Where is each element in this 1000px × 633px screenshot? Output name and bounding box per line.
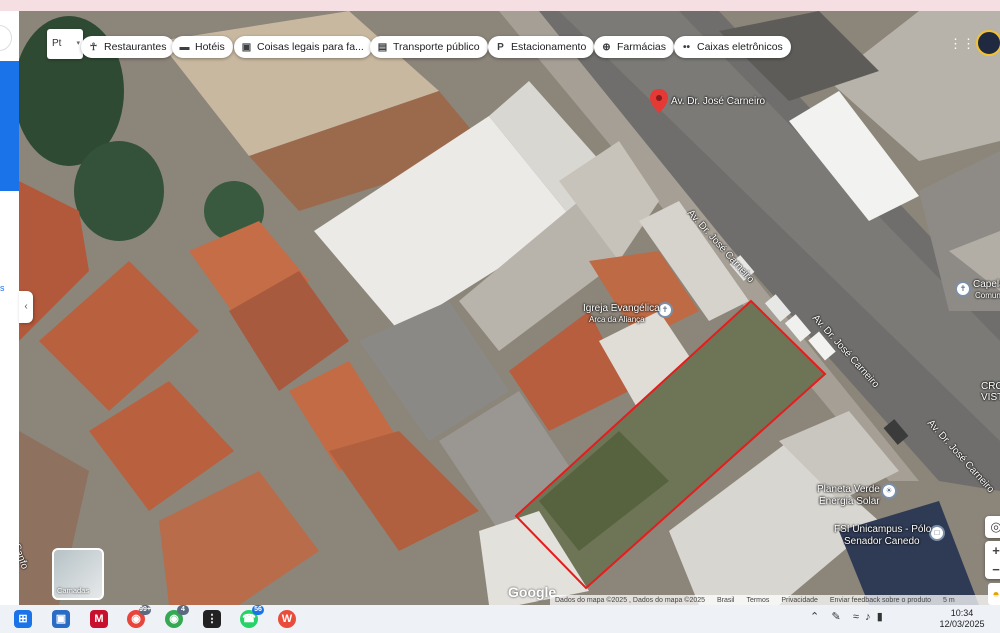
pen-icon[interactable]: ✎ <box>831 611 840 623</box>
account-avatar[interactable] <box>976 30 1000 56</box>
feedback-link[interactable]: Enviar feedback sobre o produto <box>830 597 931 604</box>
notification-badge: 4 <box>177 605 189 615</box>
poi-church-name[interactable]: Igreja Evangélica <box>583 303 660 314</box>
poi-solar-name[interactable]: Planeta Verde <box>817 484 880 495</box>
poi-right-label: CRO <box>981 381 1000 392</box>
chip-label: Restaurantes <box>104 41 167 53</box>
store-icon[interactable]: ▣ <box>52 610 70 628</box>
chevron-down-icon: ▾ <box>76 40 80 47</box>
windows-start-icon[interactable]: ⊞ <box>14 610 32 628</box>
country-label: Brasil <box>716 597 735 604</box>
layers-button[interactable]: Camadas <box>52 548 104 600</box>
poi-school-name[interactable]: FSI Unicampus - Pólo <box>834 524 931 535</box>
clock[interactable]: 10:34 12/03/2025 <box>930 608 994 630</box>
chapel-icon[interactable]: ✝ <box>955 281 971 297</box>
chip-label: Caixas eletrônicos <box>697 41 783 53</box>
notification-badge: 56 <box>252 605 264 615</box>
map-data-credit: Dados do mapa ©2025 , Dados do mapa ©202… <box>555 597 706 604</box>
chip-label: Hotéis <box>195 41 225 53</box>
chip-label: Coisas legais para fa... <box>257 41 364 53</box>
privacy-link[interactable]: Privacidade <box>781 597 818 604</box>
chip-label: Estacionamento <box>511 41 587 53</box>
poi-right-label: VISTO <box>981 392 1000 403</box>
chip-atm[interactable]: •• Caixas eletrônicos <box>674 36 791 58</box>
google-logo: Google <box>508 584 557 600</box>
chip-bed[interactable]: ▬ Hotéis <box>172 36 233 58</box>
mcafee-icon[interactable]: M <box>90 610 108 628</box>
chip-fork-knife[interactable]: ☥ Restaurantes <box>81 36 175 58</box>
side-panel: s <box>0 11 19 605</box>
chrome-icon[interactable]: ◉ 99+ <box>127 605 151 628</box>
pin-label[interactable]: Av. Dr. José Carneiro <box>671 96 765 107</box>
taskbar: ⊞ ▣ M ◉ 99+ ◉ 4 ⋮ ☎ 56 W ⌃ ✎ ≈ ♪ ▮ 10:34 12… <box>0 605 1000 633</box>
clock-time: 10:34 <box>950 608 974 618</box>
panel-button[interactable] <box>0 25 12 51</box>
chrome-profile-icon[interactable]: ◉ 4 <box>165 605 189 628</box>
notification-badge: 99+ <box>139 605 151 615</box>
top-strip <box>0 0 1000 11</box>
poi-school-sub: Senador Canedo <box>844 536 920 547</box>
chip-pharmacy[interactable]: ⊕ Farmácias <box>594 36 675 58</box>
zoom-out-button[interactable]: − <box>985 560 1000 579</box>
poi-chapel-name[interactable]: Capela <box>973 279 1000 290</box>
poi-church-sub: Arca da Aliança <box>589 315 645 324</box>
panel-accent <box>0 61 19 191</box>
chip-parking[interactable]: P Estacionamento <box>488 36 595 58</box>
atm-icon: •• <box>682 42 690 53</box>
wps-icon[interactable]: W <box>278 610 296 628</box>
chevron-up-icon[interactable]: ⌃ <box>810 611 819 623</box>
whatsapp-icon[interactable]: ☎ 56 <box>240 605 264 628</box>
chip-camera[interactable]: ▣ Coisas legais para fa... <box>234 36 372 58</box>
battery-icon[interactable]: ▮ <box>877 611 883 623</box>
chip-bus[interactable]: ▤ Transporte público <box>370 36 488 58</box>
my-location-button[interactable]: ◎ <box>985 516 1000 538</box>
wifi-icon[interactable]: ≈ <box>853 611 859 623</box>
school-icon[interactable]: □ <box>929 525 945 541</box>
map-imagery <box>19 11 1000 605</box>
satellite-map[interactable]: Av. Dr. José Carneiro Av. Dr. José Carne… <box>19 11 1000 605</box>
bed-icon: ▬ <box>179 42 190 53</box>
solar-icon[interactable]: ☀ <box>881 483 897 499</box>
clock-date: 12/03/2025 <box>939 619 985 629</box>
bus-icon: ▤ <box>377 42 388 53</box>
zoom-control: + − <box>985 541 1000 579</box>
parking-icon: P <box>497 42 504 53</box>
system-tray: ⌃ ✎ ≈ ♪ ▮ <box>810 610 883 623</box>
language-label: Pt <box>52 38 62 49</box>
chip-label: Farmácias <box>617 41 667 53</box>
scale-label: 5 m <box>943 597 955 604</box>
poi-solar-sub: Energia Solar <box>819 496 880 507</box>
collapse-panel-button[interactable]: ‹ <box>19 291 33 323</box>
terms-link[interactable]: Termos <box>746 597 769 604</box>
poi-chapel-sub: Comunitária <box>975 291 1000 300</box>
volume-icon[interactable]: ♪ <box>865 611 871 623</box>
capcut-icon[interactable]: ⋮ <box>203 610 221 628</box>
layers-label: Camadas <box>57 586 90 595</box>
chip-label: Transporte público <box>393 41 480 53</box>
fork-knife-icon: ☥ <box>89 42 98 53</box>
zoom-in-button[interactable]: + <box>985 541 1000 560</box>
apps-grid-icon[interactable]: ⋮⋮ <box>949 35 975 53</box>
panel-marker: s <box>0 283 5 293</box>
language-selector[interactable]: Pt ▾ <box>47 29 83 59</box>
pharmacy-icon: ⊕ <box>602 42 611 53</box>
camera-icon: ▣ <box>241 42 252 53</box>
